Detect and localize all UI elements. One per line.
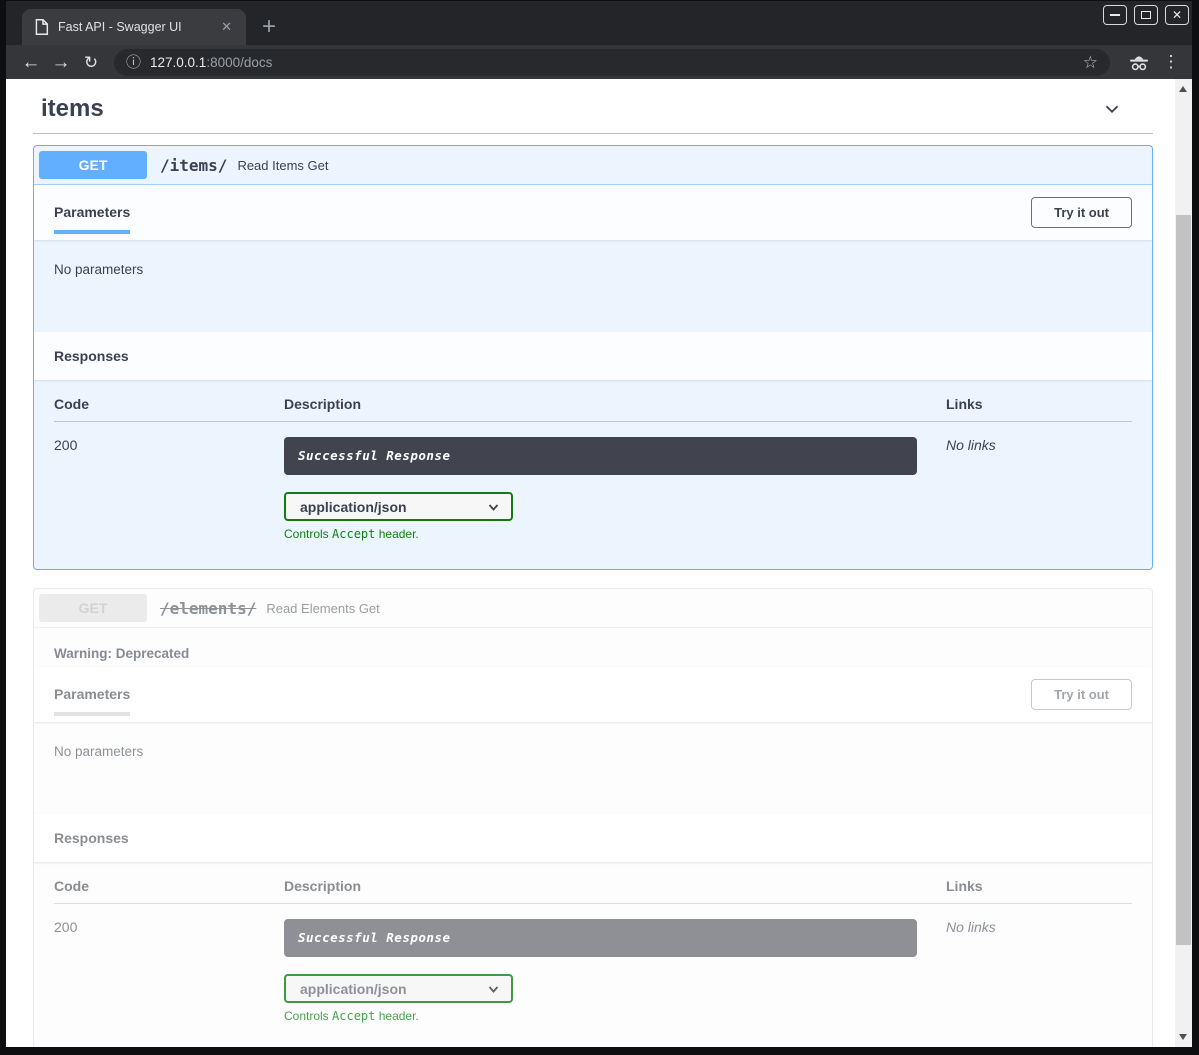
swagger-page: items GET /items/ Read Items Get Paramet… [6, 79, 1175, 1047]
responses-title: Responses [54, 348, 129, 364]
no-parameters-text: No parameters [34, 722, 1152, 814]
reload-button[interactable]: ↻ [76, 54, 106, 71]
col-links: Links [946, 878, 1132, 894]
response-description-cell: Successful Response application/json Con… [284, 919, 946, 1023]
media-type-value: application/json [300, 499, 407, 515]
page-favicon-icon [34, 19, 49, 35]
responses-body: Code Description Links 200 Successful Re… [34, 862, 1152, 1047]
opblock-summary[interactable]: GET /elements/ Read Elements Get [34, 589, 1152, 628]
response-description: Successful Response [298, 448, 451, 463]
site-info-icon[interactable]: ⓘ [126, 55, 141, 70]
response-code: 200 [54, 437, 284, 541]
incognito-icon [1127, 50, 1151, 74]
minimize-button[interactable] [1103, 5, 1127, 25]
maximize-button[interactable] [1134, 5, 1158, 25]
media-type-select[interactable]: application/json [284, 974, 513, 1003]
window-controls: ✕ [1103, 5, 1189, 25]
url-path: :8000/docs [206, 55, 272, 70]
col-description: Description [284, 396, 946, 412]
responses-header: Responses [34, 332, 1152, 380]
col-code: Code [54, 396, 284, 412]
response-row: 200 Successful Response application/json… [54, 904, 1132, 1023]
browser-window: Fast API - Swagger UI ✕ + ✕ ← → ↻ ⓘ 127.… [0, 0, 1199, 1055]
tag-divider [33, 133, 1153, 134]
parameters-header: Parameters Try it out [34, 185, 1152, 240]
close-icon: ✕ [1172, 9, 1182, 21]
opblock-get-elements-deprecated: GET /elements/ Read Elements Get Warning… [33, 588, 1153, 1047]
media-type-select[interactable]: application/json [284, 492, 513, 521]
browser-toolbar: ← → ↻ ⓘ 127.0.0.1:8000/docs ☆ ⋮ [6, 45, 1192, 79]
browser-menu-button[interactable]: ⋮ [1160, 52, 1182, 72]
select-chevron-icon [487, 984, 500, 994]
parameters-tab[interactable]: Parameters [54, 686, 130, 716]
col-links: Links [946, 396, 1132, 412]
responses-body: Code Description Links 200 Successful Re… [34, 380, 1152, 569]
response-description-block: Successful Response [284, 919, 917, 957]
back-button[interactable]: ← [16, 53, 46, 72]
endpoint-summary: Read Elements Get [266, 601, 379, 616]
response-description: Successful Response [298, 930, 451, 945]
endpoint-path: /elements/ [147, 599, 266, 618]
response-description-block: Successful Response [284, 437, 917, 475]
try-it-out-button[interactable]: Try it out [1031, 197, 1132, 228]
parameters-header: Parameters Try it out [34, 667, 1152, 722]
scrollbar-down-arrow-icon[interactable] [1179, 1034, 1187, 1040]
opblock-summary[interactable]: GET /items/ Read Items Get [34, 146, 1152, 185]
endpoint-summary: Read Items Get [237, 158, 328, 173]
accept-header-note: Controls Accept header. [284, 527, 946, 541]
close-button[interactable]: ✕ [1165, 5, 1189, 25]
responses-table-header: Code Description Links [54, 396, 1132, 422]
opblock-get-items: GET /items/ Read Items Get Parameters Tr… [33, 145, 1153, 570]
try-it-out-button[interactable]: Try it out [1031, 679, 1132, 710]
deprecated-warning: Warning: Deprecated [34, 628, 1152, 667]
select-chevron-icon [487, 502, 500, 512]
responses-title: Responses [54, 830, 129, 846]
maximize-icon [1141, 11, 1151, 19]
url-text[interactable]: 127.0.0.1:8000/docs [150, 55, 1074, 70]
minimize-icon [1110, 14, 1120, 16]
media-type-value: application/json [300, 981, 407, 997]
tab-strip: Fast API - Swagger UI ✕ + ✕ [6, 1, 1192, 45]
response-description-cell: Successful Response application/json Con… [284, 437, 946, 541]
address-bar[interactable]: ⓘ 127.0.0.1:8000/docs ☆ [114, 49, 1110, 76]
col-description: Description [284, 878, 946, 894]
scrollbar-thumb[interactable] [1176, 215, 1191, 945]
response-links: No links [946, 437, 1132, 541]
parameters-tab[interactable]: Parameters [54, 204, 130, 234]
tab-title: Fast API - Swagger UI [58, 20, 208, 34]
forward-button[interactable]: → [46, 53, 76, 72]
col-code: Code [54, 878, 284, 894]
browser-tab[interactable]: Fast API - Swagger UI ✕ [22, 9, 246, 45]
tab-close-icon[interactable]: ✕ [217, 17, 236, 37]
tag-title: items [41, 95, 104, 123]
url-host: 127.0.0.1 [150, 55, 206, 70]
scrollbar-up-arrow-icon[interactable] [1179, 86, 1187, 92]
response-code: 200 [54, 919, 284, 1023]
vertical-scrollbar[interactable] [1175, 79, 1192, 1047]
no-parameters-text: No parameters [34, 240, 1152, 332]
accept-header-note: Controls Accept header. [284, 1009, 946, 1023]
responses-table-header: Code Description Links [54, 878, 1132, 904]
method-badge: GET [39, 594, 147, 622]
new-tab-button[interactable]: + [262, 15, 276, 39]
tag-section-header[interactable]: items [33, 89, 1153, 133]
bookmark-star-icon[interactable]: ☆ [1083, 54, 1098, 71]
chevron-down-icon[interactable] [1101, 98, 1123, 120]
endpoint-path: /items/ [147, 156, 237, 175]
response-row: 200 Successful Response application/json… [54, 422, 1132, 541]
response-links: No links [946, 919, 1132, 1023]
responses-header: Responses [34, 814, 1152, 862]
page-content: items GET /items/ Read Items Get Paramet… [6, 79, 1192, 1047]
method-badge: GET [39, 151, 147, 179]
